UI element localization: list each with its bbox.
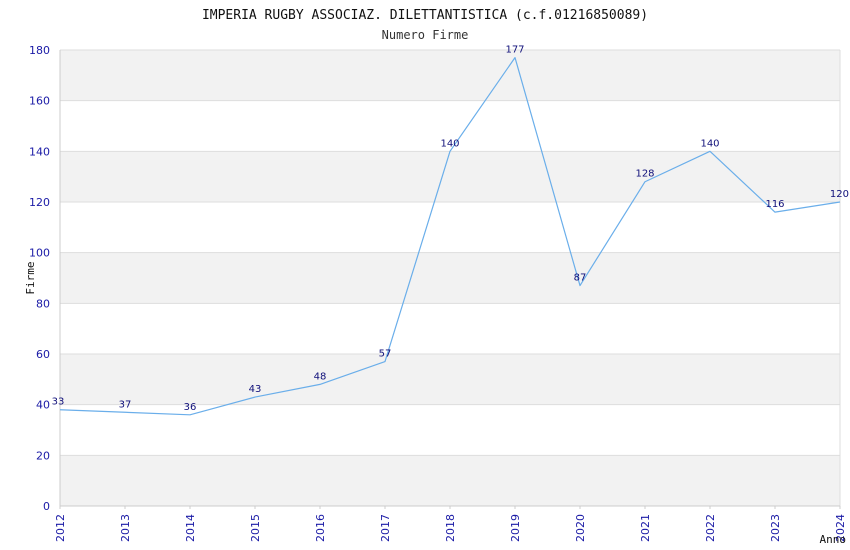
y-tick-label: 0 (43, 500, 50, 513)
x-tick-label: 2019 (509, 514, 522, 542)
x-tick-label: 2018 (444, 514, 457, 542)
x-tick-labels: 2012 2013 2014 2015 2016 2017 2018 2019 2020 2021… (54, 514, 847, 542)
data-label: 87 (574, 273, 587, 284)
data-label: 33 (52, 397, 65, 408)
data-label: 128 (635, 169, 654, 180)
x-tick-label: 2013 (119, 514, 132, 542)
data-label: 37 (119, 399, 132, 410)
data-label: 140 (700, 138, 719, 149)
y-tick-label: 180 (29, 44, 50, 57)
chart-title: IMPERIA RUGBY ASSOCIAZ. DILETTANTISTICA … (202, 8, 648, 23)
y-tick-label: 60 (36, 348, 50, 361)
grid-band (60, 50, 840, 101)
data-label: 48 (314, 371, 327, 382)
x-tick-label: 2015 (249, 514, 262, 542)
x-tick-label: 2020 (574, 514, 587, 542)
data-label: 177 (505, 45, 524, 56)
chart-root: 0 20 40 60 80 100 120 140 160 180 2012 2013 2014 201… (0, 0, 850, 550)
grid-band (60, 354, 840, 405)
data-label: 140 (440, 138, 459, 149)
y-axis-title: Firme (24, 261, 37, 294)
y-tick-label: 40 (36, 399, 50, 412)
y-tick-label: 160 (29, 95, 50, 108)
grid-band (60, 455, 840, 506)
x-tick-label: 2017 (379, 514, 392, 542)
y-tick-label: 120 (29, 196, 50, 209)
y-tick-label: 140 (29, 145, 50, 158)
x-tick-label: 2016 (314, 514, 327, 542)
data-label: 116 (765, 199, 784, 210)
data-label: 36 (184, 402, 197, 413)
data-label: 120 (830, 189, 849, 200)
y-tick-label: 100 (29, 247, 50, 260)
chart-subtitle: Numero Firme (382, 28, 469, 42)
plot-bands (60, 50, 840, 506)
x-axis-title: Anno (820, 533, 847, 546)
line-chart: 020406080100120140160180 2012 2013 2014 201… (24, 8, 849, 546)
grid-band (60, 151, 840, 202)
data-label: 43 (249, 384, 262, 395)
x-tick-label: 2022 (704, 514, 717, 542)
y-tick-label: 80 (36, 297, 50, 310)
x-tick-label: 2021 (639, 514, 652, 542)
y-tick-label: 20 (36, 449, 50, 462)
x-tick-label: 2012 (54, 514, 67, 542)
x-tick-label: 2014 (184, 514, 197, 542)
grid-band (60, 252, 840, 304)
data-label: 57 (379, 349, 392, 360)
x-tick-label: 2023 (769, 514, 782, 542)
